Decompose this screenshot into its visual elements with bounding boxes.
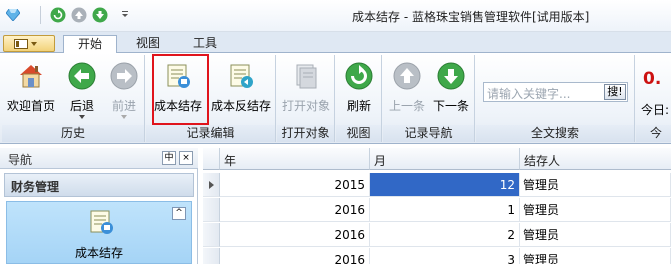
cell-month[interactable]: 3 (370, 248, 520, 264)
refresh-button[interactable]: 刷新 (338, 59, 380, 119)
back-button[interactable]: 后退 (60, 59, 104, 119)
cost-unclose-label: 成本反结存 (210, 99, 271, 113)
table-row[interactable]: 2015 12 管理员 (203, 173, 671, 197)
back-dropdown-icon[interactable] (79, 115, 85, 119)
nav-item-label: 成本结存 (74, 246, 123, 260)
group-record-nav: 上一条 下一条 记录导航 (383, 55, 475, 142)
nav-item-cost-close[interactable]: 成本结存 ^ (6, 201, 192, 264)
forward-arrow-icon (110, 62, 138, 90)
nav-pin-button[interactable]: 中 (162, 151, 176, 165)
nav-close-button[interactable]: × (179, 151, 193, 165)
cell-year[interactable]: 2016 (220, 223, 370, 247)
collapse-button[interactable]: ^ (172, 207, 186, 220)
group-search-label: 全文搜索 (476, 125, 634, 142)
row-indicator[interactable] (203, 198, 220, 222)
group-history-label: 历史 (2, 125, 144, 142)
next-record-button[interactable]: 下一条 (429, 59, 473, 119)
cell-month[interactable]: 2 (370, 223, 520, 247)
refresh-large-icon (345, 62, 373, 90)
app-menu-icon (14, 39, 37, 49)
cell-person[interactable]: 管理员 (520, 223, 671, 247)
column-header-year[interactable]: 年 (220, 148, 370, 170)
next-record-label: 下一条 (432, 99, 469, 113)
table-row[interactable]: 2016 3 管理员 (203, 248, 671, 264)
table-row[interactable]: 2016 1 管理员 (203, 198, 671, 222)
tab-home[interactable]: 开始 (63, 35, 117, 54)
nav-title: 导航 (8, 153, 33, 167)
nav-category-finance[interactable]: 财务管理 (4, 173, 194, 197)
search-button[interactable]: 搜! (604, 84, 626, 100)
group-record-nav-label: 记录导航 (383, 125, 474, 142)
group-view-label: 视图 (336, 125, 381, 142)
refresh-label: 刷新 (346, 99, 371, 113)
cell-month[interactable]: 12 (370, 173, 520, 197)
app-menu-button[interactable] (3, 35, 55, 52)
open-object-button[interactable]: 打开对象 (279, 59, 333, 119)
data-grid: 年 月 结存人 2015 12 管理员 2016 1 管理员 2016 2 管理… (203, 148, 671, 264)
nav-header: 导航 中 × (0, 148, 198, 169)
app-window: 成本结存 - 蓝格珠宝销售管理软件[试用版本] 开始 视图 工具 欢迎首页 后退… (0, 0, 671, 264)
group-view: 刷新 视图 (336, 55, 382, 142)
cell-person[interactable]: 管理员 (520, 248, 671, 264)
home-label: 欢迎首页 (6, 99, 55, 113)
group-record-edit-label: 记录编辑 (146, 125, 275, 142)
cell-year[interactable]: 2015 (220, 173, 370, 197)
column-header-person[interactable]: 结存人 (520, 148, 671, 170)
today-value: 0. (643, 69, 662, 89)
title-bar: 成本结存 - 蓝格珠宝销售管理软件[试用版本] (0, 0, 671, 32)
column-header-month[interactable]: 月 (370, 148, 520, 170)
prev-record-button[interactable]: 上一条 (385, 59, 429, 119)
highlight-box (152, 54, 209, 125)
home-icon (20, 65, 42, 88)
search-placeholder: 请输入关键字... (487, 87, 571, 101)
up-arrow-large-icon (393, 62, 421, 90)
search-input[interactable]: 请输入关键字... 搜! (483, 82, 628, 102)
tab-tools[interactable]: 工具 (178, 35, 232, 54)
ribbon-tabs: 开始 视图 工具 (0, 32, 671, 54)
cell-person[interactable]: 管理员 (520, 173, 671, 197)
qat-customize-icon[interactable] (121, 10, 129, 18)
refresh-icon[interactable] (50, 7, 66, 23)
cost-close-nav-icon (90, 210, 113, 234)
row-indicator[interactable] (203, 223, 220, 247)
nav-pane: 导航 中 × 财务管理 成本结存 ^ (0, 148, 198, 264)
group-open-object-label: 打开对象 (277, 125, 334, 142)
nav-category-label: 财务管理 (11, 180, 60, 194)
row-indicator[interactable] (203, 173, 220, 197)
forward-button[interactable]: 前进 (104, 59, 144, 119)
forward-dropdown-icon[interactable] (121, 115, 127, 119)
grid-corner (203, 148, 220, 170)
cost-unclose-icon (230, 64, 253, 88)
group-open-object: 打开对象 打开对象 (277, 55, 335, 142)
cost-unclose-button[interactable]: 成本反结存 (208, 59, 274, 119)
row-indicator[interactable] (203, 248, 220, 264)
group-today-label: 今 (636, 125, 671, 142)
home-button[interactable]: 欢迎首页 (4, 59, 58, 119)
open-object-label: 打开对象 (281, 99, 330, 113)
table-row[interactable]: 2016 2 管理员 (203, 223, 671, 247)
app-logo-icon (6, 9, 20, 21)
today-label: 今日: (641, 103, 670, 117)
forward-label: 前进 (111, 99, 136, 113)
down-arrow-icon[interactable] (92, 7, 108, 23)
window-title: 成本结存 - 蓝格珠宝销售管理软件[试用版本] (352, 10, 590, 24)
back-label: 后退 (69, 99, 94, 113)
cell-year[interactable]: 2016 (220, 198, 370, 222)
group-today: 0. 今日: 今 (636, 55, 671, 142)
down-arrow-large-icon (437, 62, 465, 90)
current-row-arrow-icon (209, 181, 214, 189)
cell-month[interactable]: 1 (370, 198, 520, 222)
cell-person[interactable]: 管理员 (520, 198, 671, 222)
up-arrow-icon[interactable] (71, 7, 87, 23)
prev-record-label: 上一条 (388, 99, 425, 113)
cell-year[interactable]: 2016 (220, 248, 370, 264)
group-history: 欢迎首页 后退 前进 历史 (2, 55, 145, 142)
tab-view[interactable]: 视图 (122, 35, 174, 54)
open-object-icon (296, 64, 317, 89)
back-arrow-icon (68, 62, 96, 90)
